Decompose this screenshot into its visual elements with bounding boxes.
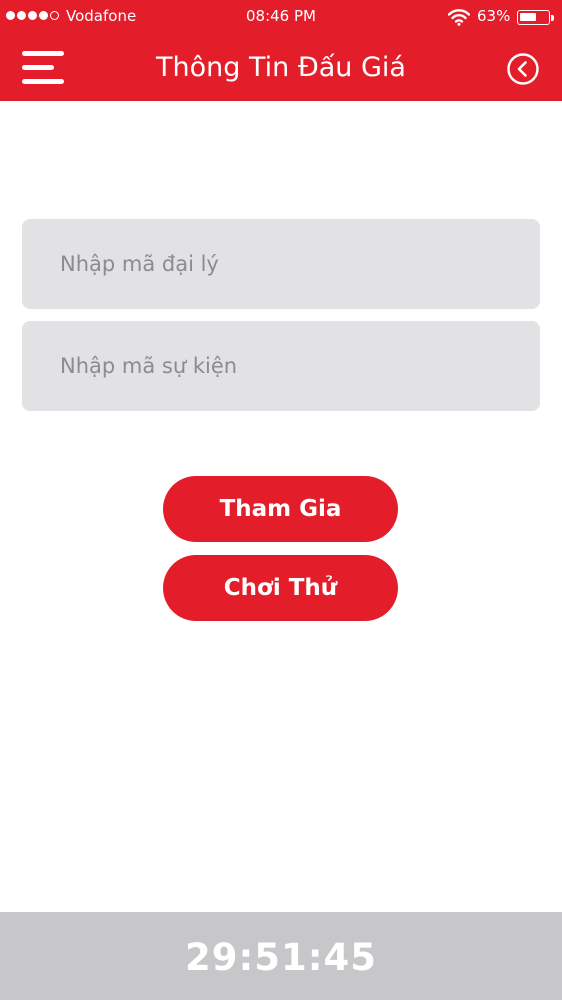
join-button[interactable]: Tham Gia [163, 476, 398, 542]
countdown-timer: 29:51:45 [184, 936, 378, 979]
back-circle-icon[interactable] [506, 52, 540, 86]
countdown-footer: 29:51:45 [0, 912, 562, 1000]
app-header: Vodafone 08:46 PM 63% Thông Tin Đấu Giá [0, 0, 562, 101]
battery-percentage: 63% [477, 7, 511, 25]
agent-code-input[interactable] [22, 219, 540, 309]
event-code-input[interactable] [22, 321, 540, 411]
battery-level-fill [520, 13, 536, 21]
battery-tip [551, 15, 554, 21]
battery-icon [517, 10, 550, 25]
page-title: Thông Tin Đấu Giá [156, 52, 406, 83]
wifi-icon [448, 9, 470, 26]
status-bar: Vodafone 08:46 PM 63% [0, 0, 562, 34]
trial-play-button[interactable]: Chơi Thử [163, 555, 398, 621]
